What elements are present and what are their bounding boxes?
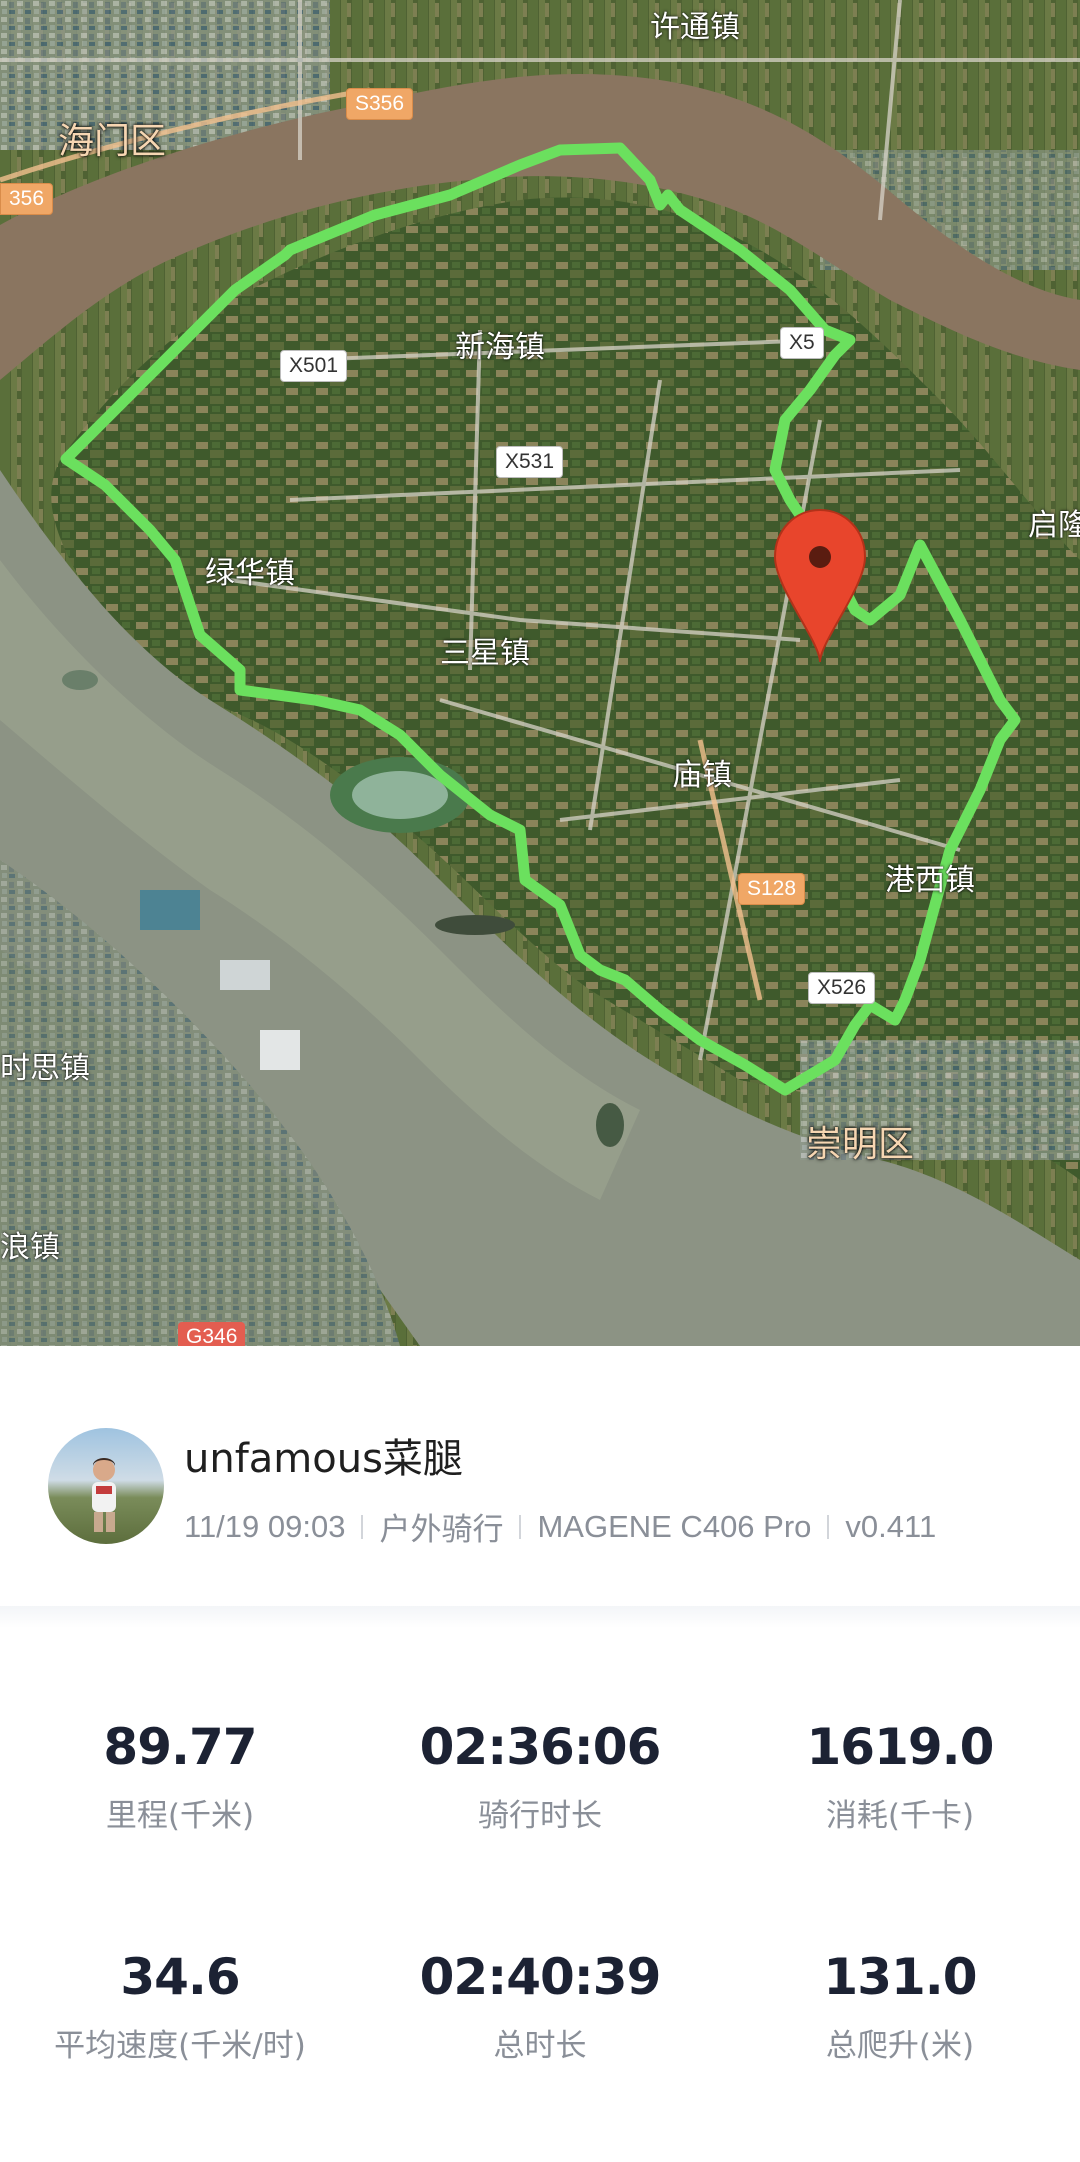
map-label-gangxi: 港西镇 [885,863,975,898]
map-label-lvhua: 绿华镇 [205,556,295,591]
stat-value: 34.6 [120,1948,240,2006]
satellite-map-canvas [0,0,1080,1346]
map-label-shisi: 时思镇 [0,1051,90,1086]
activity-type: 户外骑行 [379,1512,504,1547]
map-label-langzhen: 浪镇 [0,1230,60,1265]
stat-label: 里程(千米) [105,1798,255,1834]
meta-separator [361,1514,364,1539]
stat-elevation: 131.0 总爬升(米) [720,1948,1080,2065]
road-badge-x526: X526 [808,972,876,1004]
stat-avg-speed: 34.6 平均速度(千米/时) [0,1948,360,2065]
stat-label: 总爬升(米) [825,2028,975,2064]
stat-label: 总时长 [493,2028,587,2064]
username[interactable]: unfamous菜腿 [184,1426,463,1484]
map-label-xinhai: 新海镇 [455,330,545,365]
stat-distance: 89.77 里程(千米) [0,1718,360,1835]
stat-value: 131.0 [823,1948,977,2006]
stat-ride-time: 02:36:06 骑行时长 [360,1718,720,1835]
map-label-xutong: 许通镇 [650,10,740,45]
road-badge-s356: S356 [346,88,414,120]
stat-label: 消耗(千卡) [825,1798,975,1834]
activity-header: unfamous菜腿 11/19 09:03 户外骑行 MAGENE C406 … [0,1346,1080,1606]
map-label-haimen: 海门区 [58,121,167,162]
meta-separator [827,1514,830,1539]
map-label-miao: 庙镇 [672,758,732,793]
stat-value: 02:40:39 [419,1948,662,2006]
avatar[interactable] [48,1428,164,1544]
activity-meta: 11/19 09:03 户外骑行 MAGENE C406 Pro v0.411 [184,1504,936,1549]
device-name: MAGENE C406 Pro [537,1508,812,1544]
activity-datetime: 11/19 09:03 [184,1508,346,1544]
app-version: v0.411 [845,1508,937,1544]
stat-calories: 1619.0 消耗(千卡) [720,1718,1080,1835]
road-badge-x5: X5 [780,327,824,359]
stat-label: 平均速度(千米/时) [54,2028,306,2064]
road-badge-356: 356 [0,183,54,215]
avatar-photo [92,1458,116,1532]
stats-grid: 89.77 里程(千米) 02:36:06 骑行时长 1619.0 消耗(千卡)… [0,1628,1080,2162]
stat-value: 89.77 [103,1718,257,1776]
map-label-chongming: 崇明区 [806,1124,915,1165]
stat-value: 1619.0 [806,1718,995,1776]
meta-separator [519,1514,522,1539]
road-badge-s128: S128 [738,873,806,905]
stat-total-time: 02:40:39 总时长 [360,1948,720,2065]
stat-label: 骑行时长 [478,1798,602,1834]
road-badge-x531: X531 [496,446,564,478]
section-divider [0,1606,1080,1628]
route-map[interactable]: 海门区 许通镇 新海镇 绿华镇 三星镇 庙镇 港西镇 崇明区 启隆 时思镇 浪镇… [0,0,1080,1346]
road-badge-x501: X501 [280,350,348,382]
road-badge-g346: G346 [178,1322,246,1346]
ride-summary-page: 海门区 许通镇 新海镇 绿华镇 三星镇 庙镇 港西镇 崇明区 启隆 时思镇 浪镇… [0,0,1080,2162]
map-label-qilong: 启隆 [1028,508,1080,543]
map-label-sanxing: 三星镇 [440,636,530,671]
stat-value: 02:36:06 [419,1718,662,1776]
